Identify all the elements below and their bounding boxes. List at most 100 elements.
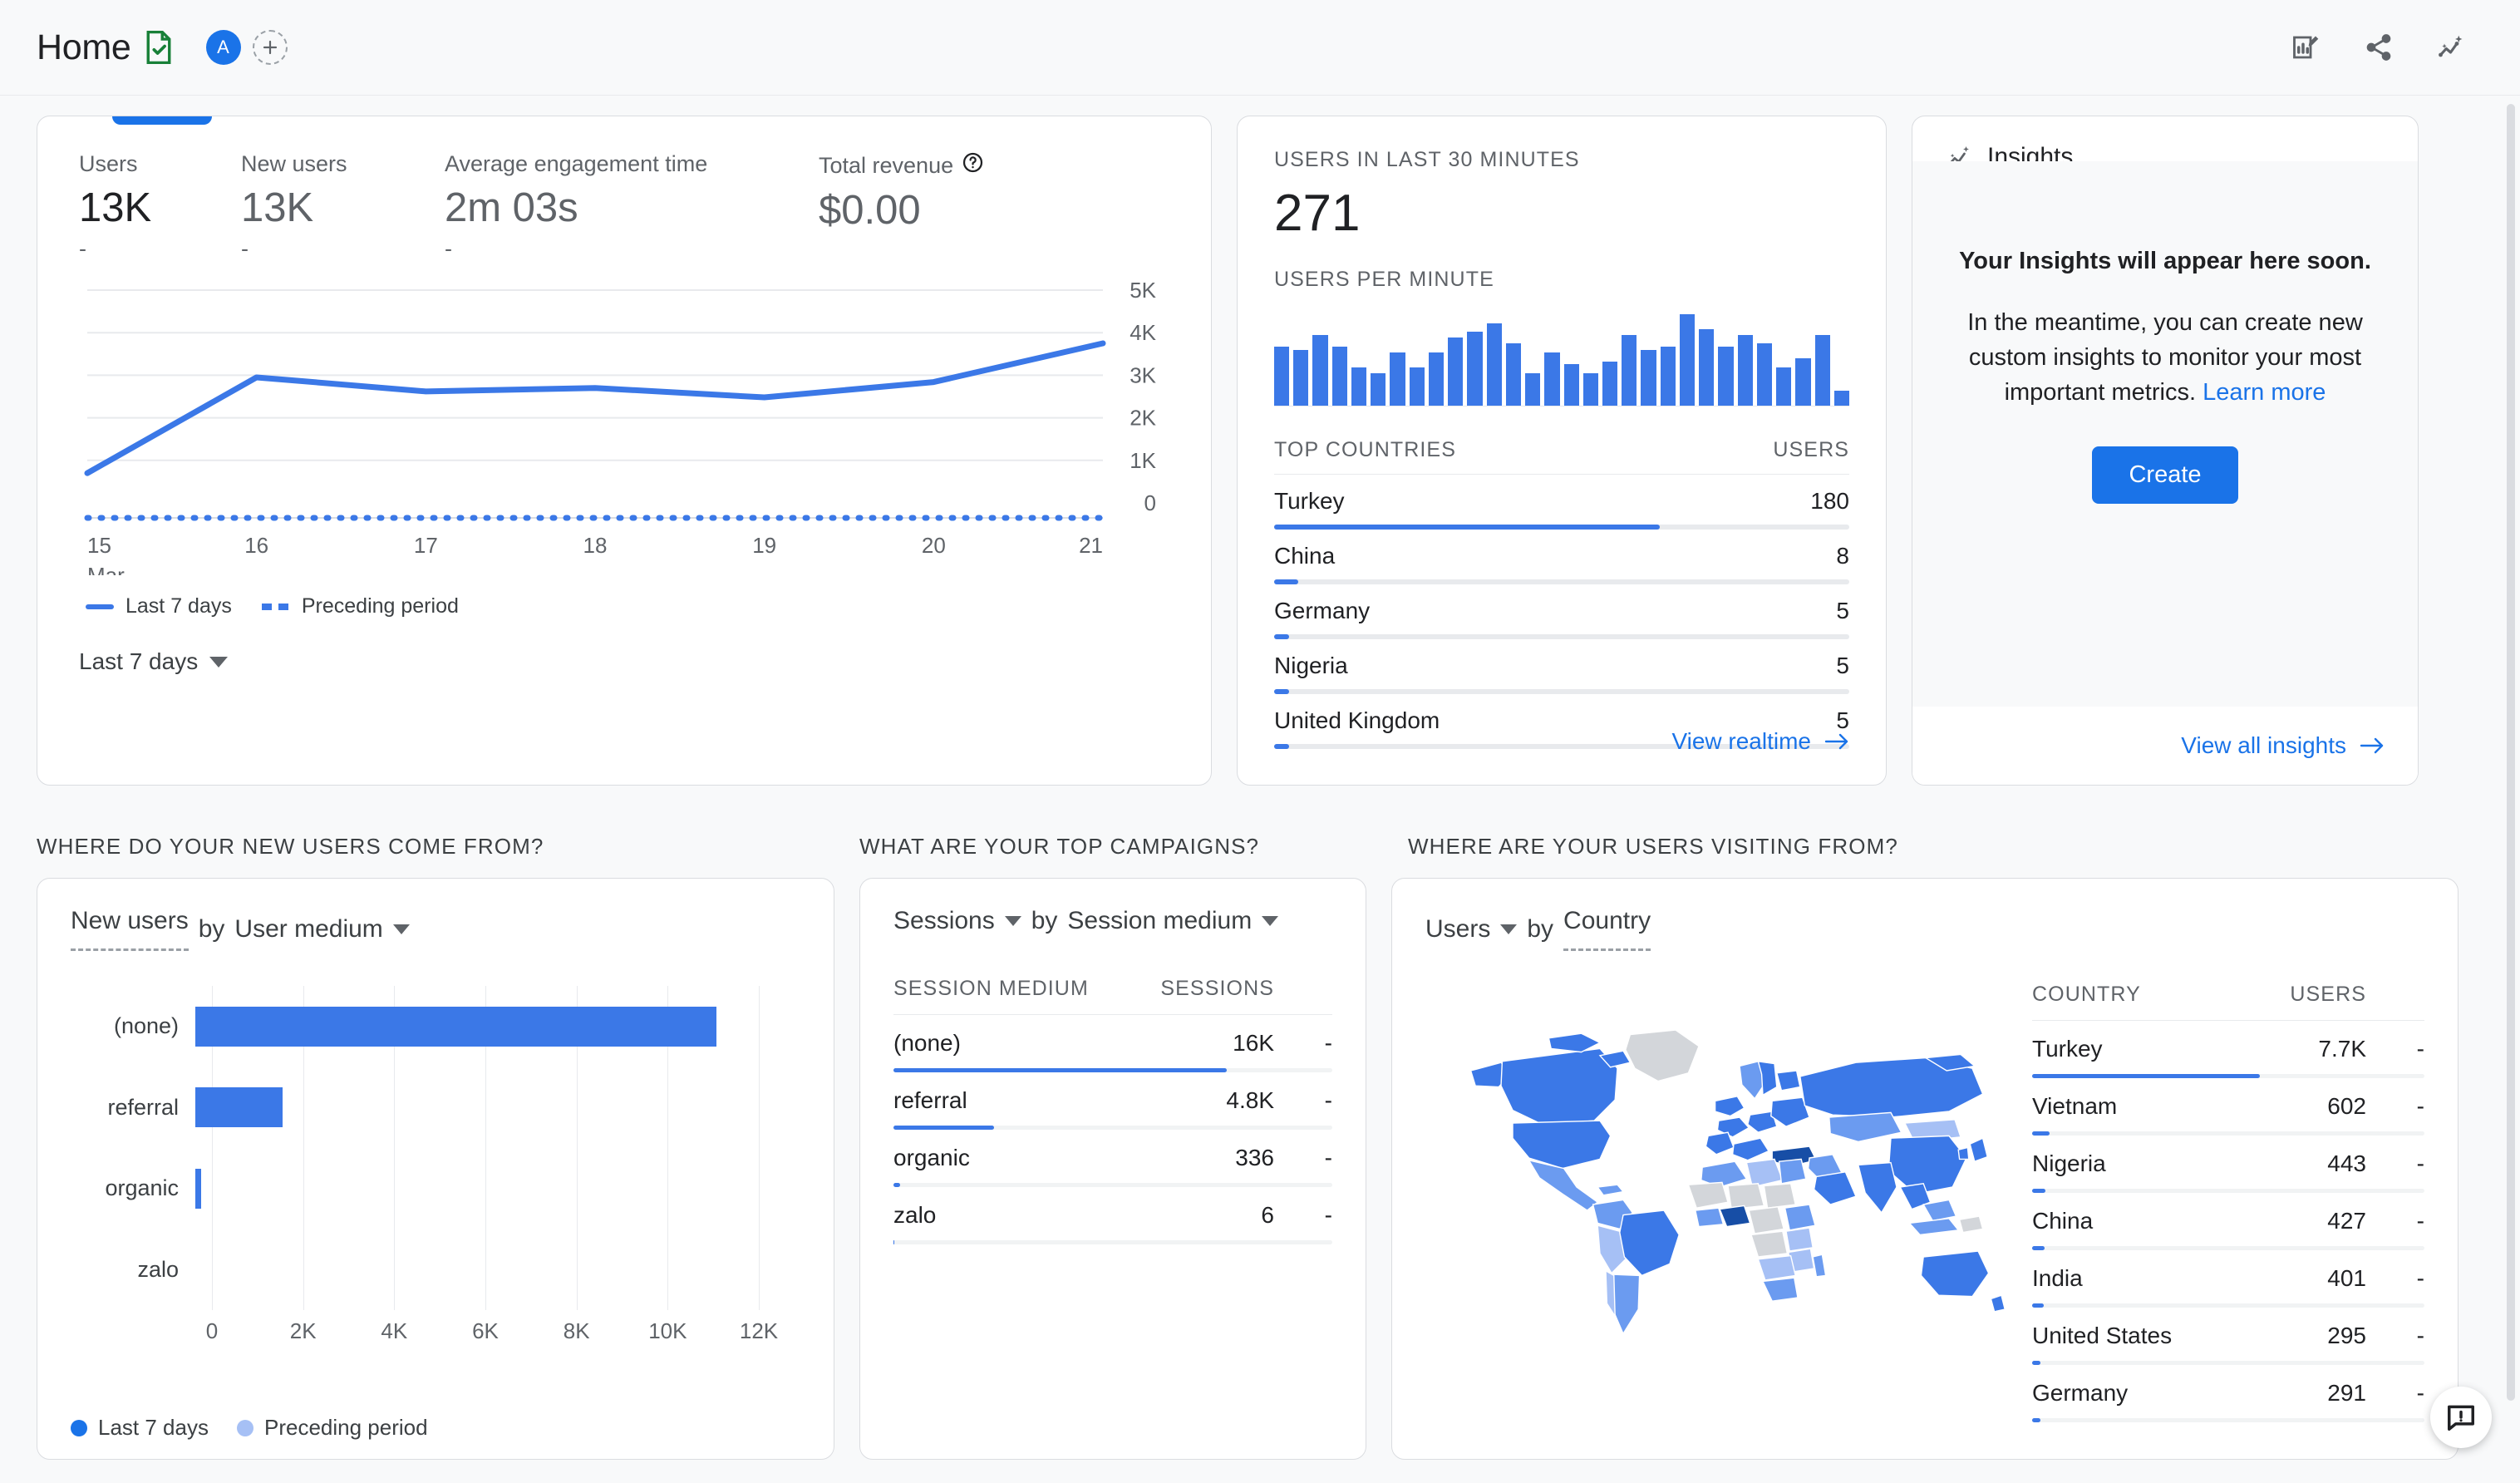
country-name: China bbox=[1274, 543, 1335, 569]
x-tick-label: 10K bbox=[648, 1318, 687, 1344]
card-title: New users by User medium bbox=[71, 907, 800, 951]
sparkline-bar bbox=[1429, 352, 1444, 406]
legend-dot bbox=[71, 1420, 87, 1436]
legend-label: Preceding period bbox=[264, 1415, 428, 1441]
dimension-selector[interactable]: Country bbox=[1563, 907, 1651, 951]
progress-fill bbox=[1274, 525, 1660, 530]
progress-track bbox=[1274, 525, 1849, 530]
realtime-country-row: China 8 bbox=[1274, 530, 1849, 584]
by-label: by bbox=[1527, 915, 1553, 944]
sparkline-bar bbox=[1467, 332, 1482, 406]
progress-fill bbox=[2032, 1131, 2050, 1136]
world-choropleth-map[interactable] bbox=[1425, 959, 2007, 1392]
country-users: 8 bbox=[1836, 543, 1849, 569]
chevron-down-icon[interactable] bbox=[1500, 924, 1517, 934]
realtime-card: USERS IN LAST 30 MINUTES 271 USERS PER M… bbox=[1237, 116, 1887, 786]
plus-icon[interactable] bbox=[253, 30, 288, 65]
feedback-button[interactable] bbox=[2430, 1387, 2492, 1448]
sparkline-bar bbox=[1602, 362, 1617, 406]
view-all-insights-link[interactable]: View all insights bbox=[2181, 732, 2385, 759]
chevron-down-icon[interactable] bbox=[1005, 916, 1021, 926]
progress-fill bbox=[2032, 1418, 2040, 1422]
view-realtime-label: View realtime bbox=[1671, 728, 1811, 755]
row-delta: - bbox=[1274, 1202, 1332, 1229]
create-insight-button[interactable]: Create bbox=[2092, 446, 2237, 504]
legend-label: Last 7 days bbox=[98, 1415, 209, 1441]
metric-users[interactable]: Users 13K - bbox=[79, 151, 233, 265]
metric-selector[interactable]: New users bbox=[71, 907, 189, 951]
country-table-header: COUNTRY USERS bbox=[2032, 983, 2424, 1021]
progress-fill bbox=[1274, 689, 1289, 694]
new-users-by-medium-card: New users by User medium (none)referralo… bbox=[37, 878, 834, 1460]
svg-text:20: 20 bbox=[922, 533, 946, 558]
sparkline-bar bbox=[1757, 343, 1772, 406]
users-over-time-chart: 01K2K3K4K5K15Mar161718192021 bbox=[37, 280, 1211, 579]
date-range-selector[interactable]: Last 7 days bbox=[79, 648, 1211, 675]
metric-new-users[interactable]: New users 13K - bbox=[241, 151, 436, 265]
help-circle-icon[interactable] bbox=[962, 151, 984, 180]
metric-label: Users bbox=[1425, 915, 1490, 944]
row-value: 602 bbox=[2225, 1093, 2366, 1120]
row-value: 443 bbox=[2225, 1150, 2366, 1177]
bar-category-label: referral bbox=[71, 1095, 195, 1121]
section-headers: WHERE DO YOUR NEW USERS COME FROM? WHAT … bbox=[37, 834, 2483, 860]
x-tick-label: 6K bbox=[472, 1318, 499, 1344]
customize-report-icon[interactable] bbox=[2291, 32, 2321, 62]
progress-track bbox=[2032, 1074, 2424, 1078]
metric-delta: - bbox=[445, 236, 810, 263]
row-label: zalo bbox=[893, 1202, 1133, 1229]
page-scrollbar[interactable] bbox=[2507, 104, 2517, 1467]
progress-fill bbox=[2032, 1303, 2044, 1308]
chevron-down-icon[interactable] bbox=[393, 924, 410, 934]
avatar[interactable]: A bbox=[206, 30, 241, 65]
row-label: Nigeria bbox=[2032, 1150, 2225, 1177]
row-delta: - bbox=[2366, 1208, 2424, 1234]
progress-track bbox=[2032, 1418, 2424, 1422]
metric-label-text: Total revenue bbox=[819, 153, 953, 179]
progress-fill bbox=[893, 1183, 900, 1187]
selected-metric-indicator[interactable] bbox=[112, 116, 212, 125]
section-header-campaigns: WHAT ARE YOUR TOP CAMPAIGNS? bbox=[859, 834, 1408, 860]
svg-text:16: 16 bbox=[244, 533, 268, 558]
chevron-down-icon[interactable] bbox=[1262, 916, 1278, 926]
dimension-label: Session medium bbox=[1067, 907, 1252, 935]
share-icon[interactable] bbox=[2364, 32, 2394, 62]
row-label: India bbox=[2032, 1265, 2225, 1292]
metric-total-revenue[interactable]: Total revenue $0.00 bbox=[819, 151, 1134, 265]
row-label: organic bbox=[893, 1145, 1133, 1171]
sparkline-bar bbox=[1506, 343, 1521, 406]
insights-empty-text: In the meantime, you can create new cust… bbox=[1951, 305, 2380, 410]
progress-track bbox=[893, 1183, 1332, 1187]
progress-fill bbox=[1274, 579, 1298, 584]
dimension-selector[interactable]: User medium bbox=[234, 915, 382, 944]
dimension-label: User medium bbox=[234, 915, 382, 943]
legend-item-preceding: Preceding period bbox=[237, 1415, 428, 1441]
view-realtime-link[interactable]: View realtime bbox=[1671, 728, 1849, 755]
progress-fill bbox=[2032, 1361, 2040, 1365]
country-table-row: Turkey7.7K- bbox=[2032, 1021, 2424, 1078]
legend-item-current: Last 7 days bbox=[71, 1415, 209, 1441]
metric-avg-engagement-time[interactable]: Average engagement time 2m 03s - bbox=[445, 151, 810, 265]
dashboard-scroll-area: Users 13K - New users 13K - Average enga… bbox=[0, 96, 2520, 1483]
bar-row: organic bbox=[71, 1164, 759, 1214]
progress-fill bbox=[2032, 1246, 2045, 1250]
insights-icon[interactable] bbox=[2437, 32, 2467, 62]
realtime-country-row: Nigeria5 bbox=[1274, 639, 1849, 694]
svg-text:Mar: Mar bbox=[87, 563, 125, 575]
metric-label: Average engagement time bbox=[445, 151, 810, 177]
bar-row: zalo bbox=[71, 1244, 759, 1294]
sparkline-bar bbox=[1738, 335, 1753, 406]
scrollbar-thumb[interactable] bbox=[2507, 104, 2515, 1401]
metrics-row: Users 13K - New users 13K - Average enga… bbox=[37, 116, 1211, 265]
country-table-row: Nigeria443- bbox=[2032, 1136, 2424, 1193]
learn-more-link[interactable]: Learn more bbox=[2203, 379, 2326, 406]
progress-fill bbox=[893, 1068, 1227, 1072]
sparkline-bar bbox=[1410, 367, 1425, 406]
sparkline-bar bbox=[1815, 335, 1830, 406]
campaign-table-body: (none)16K-referral4.8K-organic336-zalo6- bbox=[893, 1015, 1332, 1244]
new-users-bar-chart: (none)referralorganiczalo 02K4K6K8K10K12… bbox=[71, 986, 800, 1352]
progress-track bbox=[1274, 689, 1849, 694]
sheets-check-icon[interactable] bbox=[145, 31, 173, 64]
metric-value: 13K bbox=[79, 187, 233, 229]
metric-value: $0.00 bbox=[819, 190, 1134, 232]
